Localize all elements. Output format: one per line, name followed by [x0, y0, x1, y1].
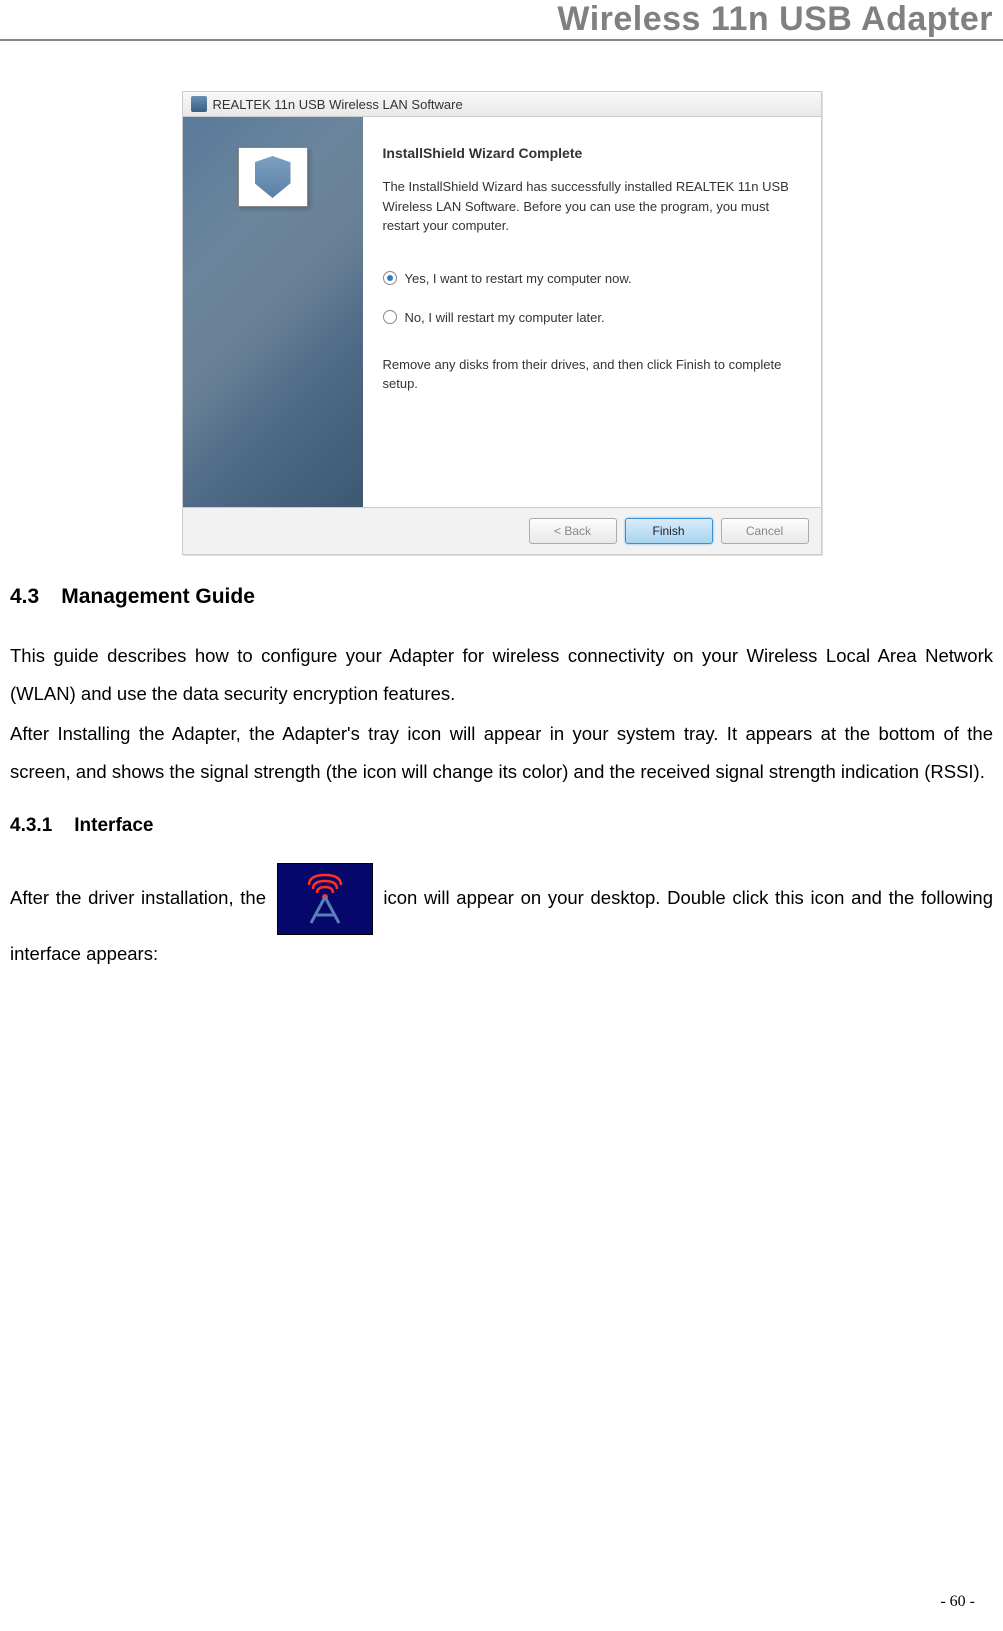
dialog-button-bar: < Back Finish Cancel: [183, 507, 821, 554]
radio-restart-now[interactable]: Yes, I want to restart my computer now.: [383, 271, 791, 286]
section-number: 4.3: [10, 585, 39, 608]
page-header: Wireless 11n USB Adapter: [0, 0, 1003, 41]
wizard-title: InstallShield Wizard Complete: [383, 145, 791, 161]
dialog-titlebar: REALTEK 11n USB Wireless LAN Software: [183, 92, 821, 117]
radio-no-label: No, I will restart my computer later.: [405, 310, 605, 325]
section-4-3-para1: This guide describes how to configure yo…: [10, 637, 993, 713]
back-button[interactable]: < Back: [529, 518, 617, 544]
finish-button[interactable]: Finish: [625, 518, 713, 544]
remove-disks-note: Remove any disks from their drives, and …: [383, 355, 791, 394]
radio-restart-later[interactable]: No, I will restart my computer later.: [383, 310, 791, 325]
titlebar-text: REALTEK 11n USB Wireless LAN Software: [213, 97, 463, 112]
shield-icon-box: [238, 147, 308, 207]
interface-paragraph: After the driver installation, the icon …: [10, 863, 993, 973]
install-dialog: REALTEK 11n USB Wireless LAN Software In…: [182, 91, 822, 555]
shield-icon: [255, 156, 291, 198]
header-title: Wireless 11n USB Adapter: [557, 0, 993, 38]
dialog-body: InstallShield Wizard Complete The Instal…: [183, 117, 821, 507]
radio-yes-label: Yes, I want to restart my computer now.: [405, 271, 632, 286]
text-before-icon: After the driver installation, the: [10, 887, 273, 908]
desktop-app-icon: [277, 863, 373, 935]
section-4-3-para2: After Installing the Adapter, the Adapte…: [10, 715, 993, 791]
dialog-content: InstallShield Wizard Complete The Instal…: [363, 117, 821, 507]
page-number: - 60 -: [940, 1593, 975, 1611]
radio-unselected-icon: [383, 310, 397, 324]
section-4-3-1-heading: 4.3.1 Interface: [10, 815, 993, 837]
section-4-3-heading: 4.3 Management Guide: [10, 585, 993, 609]
wizard-description: The InstallShield Wizard has successfull…: [383, 177, 791, 236]
dialog-sidebar: [183, 117, 363, 507]
app-icon: [191, 96, 207, 112]
radio-selected-icon: [383, 271, 397, 285]
subsection-number: 4.3.1: [10, 815, 52, 836]
shield-arrow-icon: [286, 187, 299, 201]
section-title: Management Guide: [61, 585, 255, 608]
document-content: 4.3 Management Guide This guide describes…: [0, 585, 1003, 973]
subsection-title: Interface: [74, 815, 153, 836]
cancel-button[interactable]: Cancel: [721, 518, 809, 544]
antenna-icon: [295, 871, 355, 927]
